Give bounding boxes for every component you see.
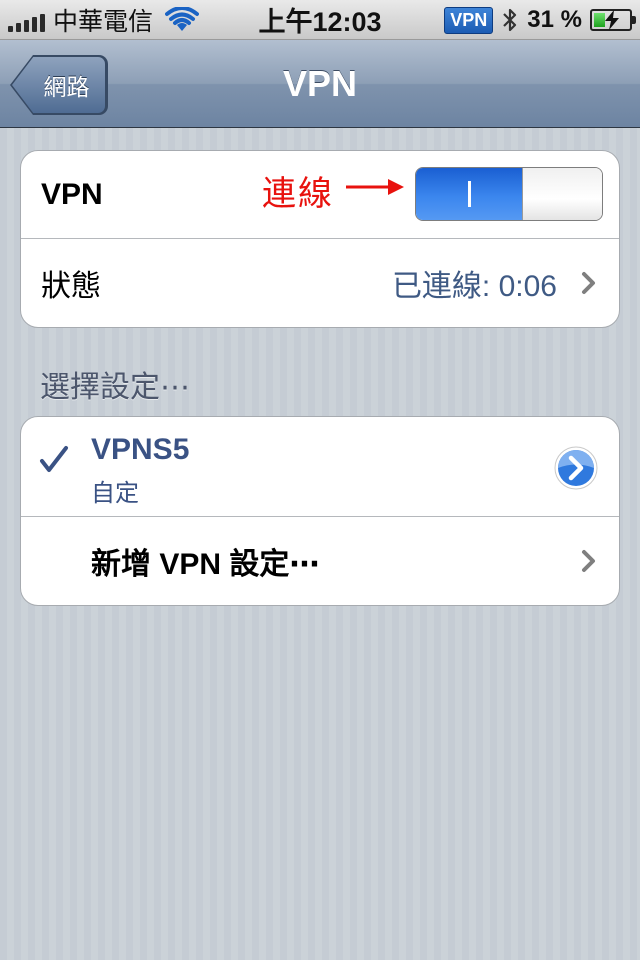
toggle-on-track: [416, 168, 522, 220]
page-title: VPN: [282, 63, 358, 104]
vpn-toggle[interactable]: [415, 167, 603, 221]
config-row-vpns5[interactable]: VPNS5 自定: [21, 417, 619, 517]
battery-icon: [590, 9, 636, 31]
navigation-bar: 網路 VPN: [0, 40, 640, 128]
section-header: 選擇設定⋯: [40, 371, 190, 404]
checkmark-icon: [40, 446, 68, 472]
chevron-right-icon: [582, 550, 595, 572]
config-type: 自定: [91, 480, 139, 507]
config-group: VPNS5 自定 新增 VPN 設定⋯: [20, 416, 620, 606]
chevron-right-icon: [582, 272, 595, 294]
status-bar: 中華電信 上午12:03 VPN 31 %: [0, 0, 640, 40]
vpn-label: VPN: [41, 177, 103, 211]
detail-disclosure-button[interactable]: [553, 445, 599, 491]
vpn-status-badge: VPN: [444, 6, 494, 34]
annotation-arrow-icon: [346, 179, 404, 195]
status-value: 已連線: 0:06: [391, 270, 557, 303]
signal-icon: [8, 8, 45, 32]
add-vpn-label: 新增 VPN 設定⋯: [91, 548, 320, 581]
carrier-name: 中華電信: [53, 7, 154, 36]
config-name: VPNS5: [91, 433, 190, 466]
status-label: 狀態: [41, 270, 101, 303]
toggle-on-mark: [467, 181, 471, 207]
status-row[interactable]: 狀態 已連線: 0:06: [21, 239, 619, 327]
add-vpn-row[interactable]: 新增 VPN 設定⋯: [21, 517, 619, 605]
toggle-knob[interactable]: [522, 168, 602, 220]
annotation-label: 連線: [262, 174, 334, 214]
wifi-icon: [165, 6, 200, 31]
battery-percent: 31 %: [527, 6, 582, 33]
bluetooth-icon: [503, 8, 517, 32]
